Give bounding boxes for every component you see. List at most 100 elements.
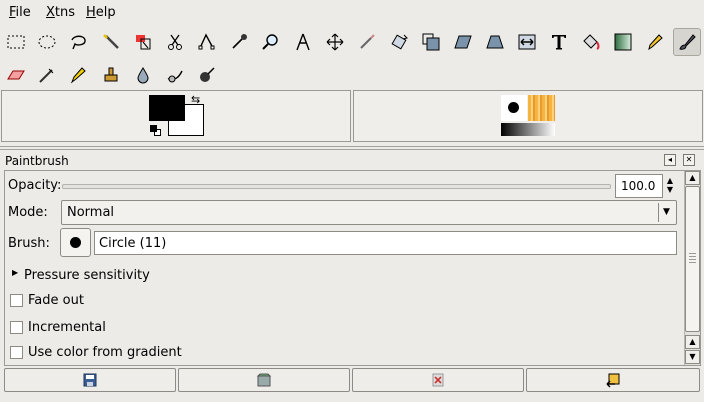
brush-label: Brush: [8,236,50,251]
menu-help-label: Help [86,5,116,20]
brush-select-button[interactable] [60,228,91,257]
active-gradient-indicator[interactable] [501,123,555,136]
menu-xtns-label: Xtns [46,5,76,20]
separator [0,146,704,147]
tool-pencil[interactable] [641,28,669,56]
menu-file[interactable]: File [9,5,31,20]
reset-options-button[interactable] [526,368,700,392]
tool-crop[interactable] [353,28,381,56]
smudge-icon [167,70,183,83]
airbrush-icon [39,68,54,83]
swap-colors-icon[interactable]: ⇆ [191,94,205,106]
active-brush-indicator[interactable] [501,95,527,121]
measure-icon [296,33,310,51]
fade-out-checkbox[interactable] [10,294,23,307]
fuzzy-select-icon [103,34,119,49]
menu-help[interactable]: Help [86,5,116,20]
tool-eraser[interactable] [2,61,30,89]
tool-color-picker[interactable] [225,28,253,56]
delete-options-button[interactable] [352,368,524,392]
bucket-fill-icon [583,34,600,50]
mode-combo[interactable] [61,200,677,225]
paintbrush-icon [679,34,696,50]
text-icon [552,35,566,50]
tool-smudge[interactable] [161,61,189,89]
gradient-color-checkbox[interactable] [10,346,23,359]
tool-text[interactable] [545,28,573,56]
blend-icon [614,33,632,51]
tool-paths[interactable] [193,28,221,56]
shear-icon [454,35,472,49]
scroll-down-icon[interactable]: ▼ [685,350,700,364]
mode-label: Mode: [8,205,48,220]
pressure-expander[interactable]: Pressure sensitivity [24,268,150,283]
tool-bucket-fill[interactable] [577,28,605,56]
tool-ellipse-select[interactable] [33,28,61,56]
brush-name-field[interactable]: Circle (11) [94,231,677,255]
scroll-up-icon[interactable]: ▲ [685,335,700,349]
gradient-color-label[interactable]: Use color from gradient [28,345,182,360]
restore-options-button[interactable] [178,368,350,392]
mode-combo-value: Normal [67,205,115,220]
expander-arrow-icon[interactable]: ▶ [12,268,18,277]
fade-out-label[interactable]: Fade out [28,293,84,308]
paths-icon [198,33,215,50]
incremental-checkbox[interactable] [10,321,23,334]
tool-clone[interactable] [97,61,125,89]
restore-icon [256,373,272,387]
flip-icon [518,34,536,50]
dodge-burn-icon [200,67,215,82]
tool-dodge-burn[interactable] [193,61,221,89]
tool-shear[interactable] [449,28,477,56]
default-colors-fg[interactable] [150,125,157,132]
tool-fuzzy-select[interactable] [97,28,125,56]
tool-rect-select[interactable] [2,28,30,56]
tool-scissors[interactable] [161,28,189,56]
combo-divider [658,203,659,222]
ink-icon [70,67,86,84]
lasso-icon [71,35,86,50]
foreground-color-swatch[interactable] [149,95,185,121]
color-select-icon [136,35,151,50]
tool-scale[interactable] [417,28,445,56]
menu-file-label: File [9,5,31,20]
tool-ink[interactable] [64,61,92,89]
incremental-label[interactable]: Incremental [28,320,106,335]
menu-xtns[interactable]: Xtns [46,5,75,20]
tool-perspective[interactable] [481,28,509,56]
tool-airbrush[interactable] [33,61,61,89]
tool-rotate[interactable] [385,28,413,56]
ellipse-select-icon [38,35,56,49]
dock-title: Paintbrush [5,154,69,168]
save-icon [83,373,97,387]
scroll-up-icon[interactable]: ▲ [685,171,700,185]
separator [0,149,704,150]
tool-measure[interactable] [289,28,317,56]
tool-blur[interactable] [129,61,157,89]
save-options-button[interactable] [4,368,176,392]
tool-paintbrush[interactable] [673,28,701,56]
crop-icon [360,34,375,49]
chevron-down-icon[interactable]: ▼ [663,207,670,217]
tool-move[interactable] [321,28,349,56]
tool-color-select[interactable] [129,28,157,56]
magnify-icon [262,34,278,50]
opacity-slider[interactable] [62,184,611,189]
dock-menu-icon[interactable]: ◂ [664,154,676,166]
opacity-label: Opacity: [8,178,62,193]
close-icon[interactable]: ✕ [683,154,695,166]
tool-magnify[interactable] [257,28,285,56]
scrollbar-grip [689,256,696,257]
tool-blend[interactable] [609,28,637,56]
scrollbar-grip [689,253,696,254]
active-pattern-indicator[interactable] [528,95,555,121]
tool-flip[interactable] [513,28,541,56]
menubar: File Xtns Help [0,0,704,27]
tool-lasso[interactable] [64,28,92,56]
pencil-icon [648,34,663,51]
opacity-spin-input[interactable]: 100.0 [615,174,663,198]
blur-icon [137,67,149,84]
opacity-spin-arrows[interactable]: ▲ ▼ [665,176,675,196]
perspective-icon [486,35,504,49]
rect-select-icon [7,35,25,49]
